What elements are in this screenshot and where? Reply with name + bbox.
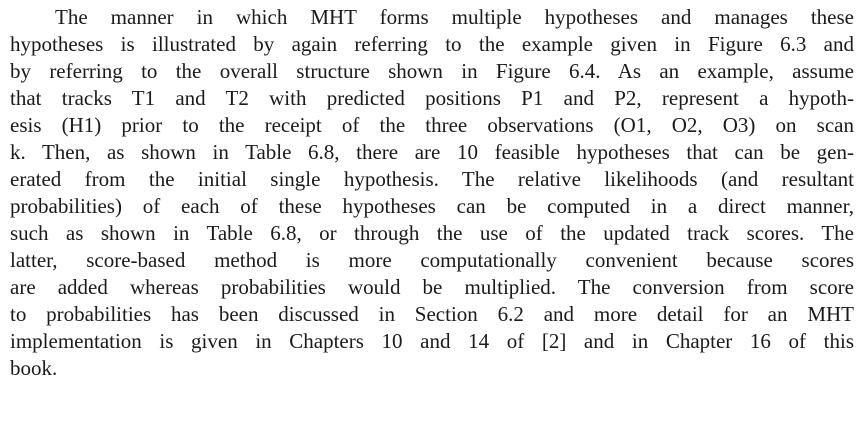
paragraph-line-9: such as shown in Table 6.8, or through t…	[10, 221, 854, 245]
paragraph-line-13: implementation is given in Chapters 10 a…	[10, 329, 854, 353]
body-paragraph: The manner in which MHT forms multiple h…	[10, 4, 854, 382]
paragraph-line-12: to probabilities has been discussed in S…	[10, 302, 854, 326]
paragraph-line-4: that tracks T1 and T2 with predicted pos…	[10, 86, 854, 110]
paragraph-line-8: probabilities) of each of these hypothes…	[10, 194, 854, 218]
paragraph-line-5: esis (H1) prior to the receipt of the th…	[10, 113, 854, 137]
paragraph-line-6: k. Then, as shown in Table 6.8, there ar…	[10, 140, 854, 164]
paragraph-line-11: are added whereas probabilities would be…	[10, 275, 854, 299]
paragraph-line-1: The manner in which MHT forms multiple h…	[55, 5, 854, 29]
paragraph-line-10: latter, score-based method is more compu…	[10, 248, 854, 272]
paragraph-line-7: erated from the initial single hypothesi…	[10, 167, 854, 191]
paragraph-line-2: hypotheses is illustrated by again refer…	[10, 32, 854, 56]
paragraph-line-3: by referring to the overall structure sh…	[10, 59, 854, 83]
document-page: The manner in which MHT forms multiple h…	[10, 4, 854, 382]
paragraph-line-14: book.	[10, 356, 58, 380]
